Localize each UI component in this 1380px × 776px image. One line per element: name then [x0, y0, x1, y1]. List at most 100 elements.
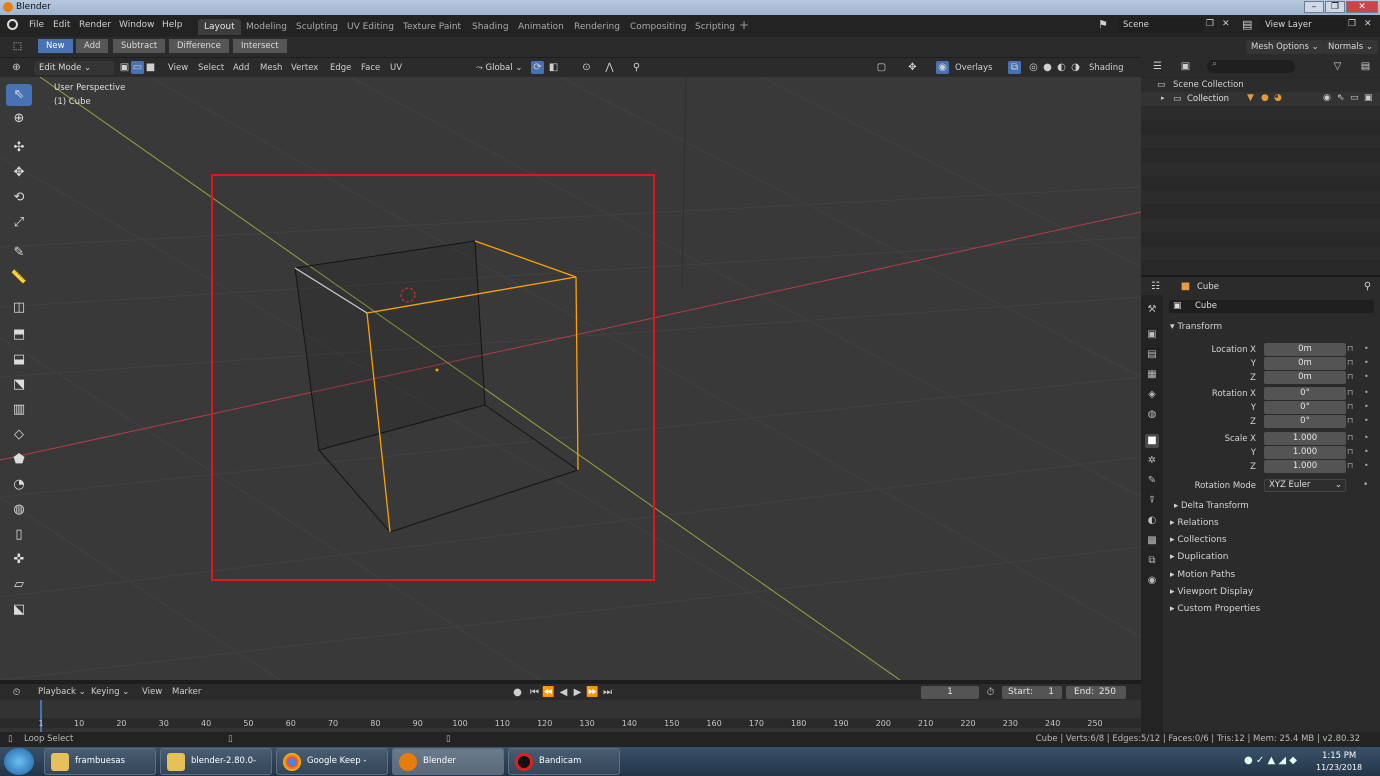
- keyframe-dot-icon[interactable]: •: [1364, 388, 1369, 397]
- object-tab-icon[interactable]: ■: [1145, 434, 1159, 448]
- view-object-types-icon[interactable]: ▢: [875, 61, 888, 74]
- maximize-button[interactable]: ❐: [1325, 1, 1345, 13]
- taskbar-item-frambuesas[interactable]: frambuesas: [44, 748, 156, 775]
- rotation-y-field[interactable]: 0°: [1264, 401, 1346, 414]
- shrink-tool-icon[interactable]: ✜: [6, 549, 32, 571]
- new-scene-icon[interactable]: ❐: [1206, 19, 1214, 29]
- tab-animation[interactable]: Animation: [512, 19, 570, 35]
- taskbar-item-bandicam[interactable]: Bandicam: [508, 748, 620, 775]
- keyframe-dot-icon[interactable]: •: [1364, 416, 1369, 425]
- modifiers-tab-icon[interactable]: ✲: [1145, 454, 1159, 468]
- rendered-shading-icon[interactable]: ◑: [1069, 61, 1082, 74]
- particles-tab-icon[interactable]: ✎: [1145, 474, 1159, 488]
- face-select-icon[interactable]: ■: [144, 61, 157, 74]
- location-y-field[interactable]: 0m: [1264, 357, 1346, 370]
- rotate-tool-icon[interactable]: ⟲: [6, 187, 32, 209]
- lock-icon[interactable]: ⊓: [1347, 416, 1353, 425]
- custom-properties-panel-header[interactable]: ▸ Custom Properties: [1170, 604, 1260, 614]
- menu-window[interactable]: Window: [119, 20, 155, 30]
- material-tab-icon[interactable]: ⧉: [1145, 554, 1159, 568]
- relations-panel-header[interactable]: ▸ Relations: [1170, 518, 1219, 528]
- menu-add[interactable]: Add: [233, 63, 249, 73]
- mode-subtract-button[interactable]: Subtract: [113, 39, 166, 53]
- play-icon[interactable]: ▶: [571, 686, 584, 699]
- scene-field[interactable]: Scene: [1118, 18, 1204, 32]
- cursor-tool-icon[interactable]: ⊕: [6, 108, 32, 130]
- tab-shading[interactable]: Shading: [466, 19, 515, 35]
- annotate-tool-icon[interactable]: ✎: [6, 242, 32, 264]
- data-tab-icon[interactable]: ▩: [1145, 534, 1159, 548]
- jump-start-icon[interactable]: ⏮: [528, 686, 541, 699]
- shading-dropdown[interactable]: Shading: [1089, 63, 1124, 73]
- gizmo-icon[interactable]: ⚲: [630, 61, 643, 74]
- bevel-tool-icon[interactable]: ⬔: [6, 374, 32, 396]
- output-tab-icon[interactable]: ▤: [1145, 348, 1159, 362]
- vertex-select-icon[interactable]: ▣: [118, 61, 131, 74]
- tab-texture-paint[interactable]: Texture Paint: [397, 19, 467, 35]
- knife-tool-icon[interactable]: ◇: [6, 424, 32, 446]
- show-gizmo-icon[interactable]: ✥: [906, 61, 919, 74]
- start-button-icon[interactable]: [4, 748, 34, 775]
- blender-menu-icon[interactable]: [7, 19, 18, 30]
- rotation-mode-dropdown[interactable]: XYZ Euler ⌄: [1264, 479, 1346, 492]
- poly-build-tool-icon[interactable]: ⬟: [6, 449, 32, 471]
- keying-menu[interactable]: Keying ⌄: [91, 687, 129, 697]
- loop-cut-tool-icon[interactable]: ▥: [6, 399, 32, 421]
- object-name-field[interactable]: ▣ Cube: [1169, 300, 1374, 313]
- tab-layout[interactable]: Layout: [198, 19, 241, 35]
- delete-scene-icon[interactable]: ✕: [1222, 19, 1230, 29]
- outliner-type-icon[interactable]: ☰: [1151, 60, 1164, 73]
- preview-range-clock-icon[interactable]: ⏱: [984, 686, 997, 699]
- rip-tool-icon[interactable]: ⬕: [6, 599, 32, 621]
- viewport-display-panel-header[interactable]: ▸ Viewport Display: [1170, 587, 1253, 597]
- scale-tool-icon[interactable]: ⤢: [6, 212, 32, 234]
- close-button[interactable]: ✕: [1346, 1, 1378, 13]
- visibility-eye-icon[interactable]: ◉: [1323, 93, 1331, 103]
- keyframe-dot-icon[interactable]: •: [1364, 372, 1369, 381]
- lock-icon[interactable]: ⊓: [1347, 358, 1353, 367]
- taskbar-item-google-keep[interactable]: Google Keep - Go...: [276, 748, 388, 775]
- timeline-area[interactable]: 1 10 20 30 40 50 60 70 80 90 100 110 120 130 140 150 160…: [0, 700, 1141, 732]
- menu-edit[interactable]: Edit: [53, 20, 70, 30]
- edge-slide-tool-icon[interactable]: ▯: [6, 524, 32, 546]
- constraints-tab-icon[interactable]: ◐: [1145, 514, 1159, 528]
- clock-date[interactable]: 11/23/2018: [1316, 763, 1362, 772]
- tool-tab-icon[interactable]: ⚒: [1145, 303, 1159, 317]
- menu-edge[interactable]: Edge: [330, 63, 351, 73]
- mode-dropdown[interactable]: Edit Mode ⌄: [34, 61, 114, 75]
- solid-shading-icon[interactable]: ●: [1041, 61, 1054, 74]
- location-x-field[interactable]: 0m: [1264, 343, 1346, 356]
- view-layer-icon[interactable]: ▤: [1242, 18, 1252, 31]
- spin-tool-icon[interactable]: ◔: [6, 474, 32, 496]
- edge-select-icon[interactable]: ▭: [131, 61, 144, 74]
- outliner-row-scene-collection[interactable]: ▭ Scene Collection: [1141, 78, 1380, 92]
- shear-tool-icon[interactable]: ▱: [6, 574, 32, 596]
- orientation-dropdown[interactable]: ⤳ Global ⌄: [471, 61, 527, 75]
- menu-face[interactable]: Face: [361, 63, 380, 73]
- smooth-tool-icon[interactable]: ◍: [6, 499, 32, 521]
- lock-icon[interactable]: ⊓: [1347, 344, 1353, 353]
- taskbar-item-blender[interactable]: Blender: [392, 748, 504, 775]
- menu-vertex[interactable]: Vertex: [291, 63, 318, 73]
- texture-tab-icon[interactable]: ◉: [1145, 574, 1159, 588]
- tab-rendering[interactable]: Rendering: [568, 19, 626, 35]
- expand-arrow-icon[interactable]: ▸: [1161, 94, 1165, 102]
- new-collection-icon[interactable]: ▤: [1359, 60, 1372, 73]
- viewport-monitor-icon[interactable]: ▭: [1350, 93, 1359, 103]
- outliner-search-input[interactable]: ⌕: [1207, 59, 1295, 73]
- render-tab-icon[interactable]: ▣: [1145, 328, 1159, 342]
- keyframe-dot-icon[interactable]: •: [1364, 358, 1369, 367]
- menu-uv[interactable]: UV: [390, 63, 402, 73]
- new-view-layer-icon[interactable]: ❐: [1348, 19, 1356, 29]
- lock-icon[interactable]: ⊓: [1347, 433, 1353, 442]
- keyframe-dot-icon[interactable]: •: [1364, 344, 1369, 353]
- filter-icon[interactable]: ▽: [1331, 60, 1344, 73]
- collections-panel-header[interactable]: ▸ Collections: [1170, 535, 1227, 545]
- mode-new-button[interactable]: New: [38, 39, 73, 53]
- xray-icon[interactable]: ⧉: [1008, 61, 1021, 74]
- duplication-panel-header[interactable]: ▸ Duplication: [1170, 552, 1228, 562]
- taskbar-item-blender-folder[interactable]: blender-2.80.0-git...: [160, 748, 272, 775]
- normals-dropdown[interactable]: Normals ⌄: [1323, 40, 1379, 54]
- menu-file[interactable]: File: [29, 20, 44, 30]
- render-camera-icon[interactable]: ▣: [1364, 93, 1373, 103]
